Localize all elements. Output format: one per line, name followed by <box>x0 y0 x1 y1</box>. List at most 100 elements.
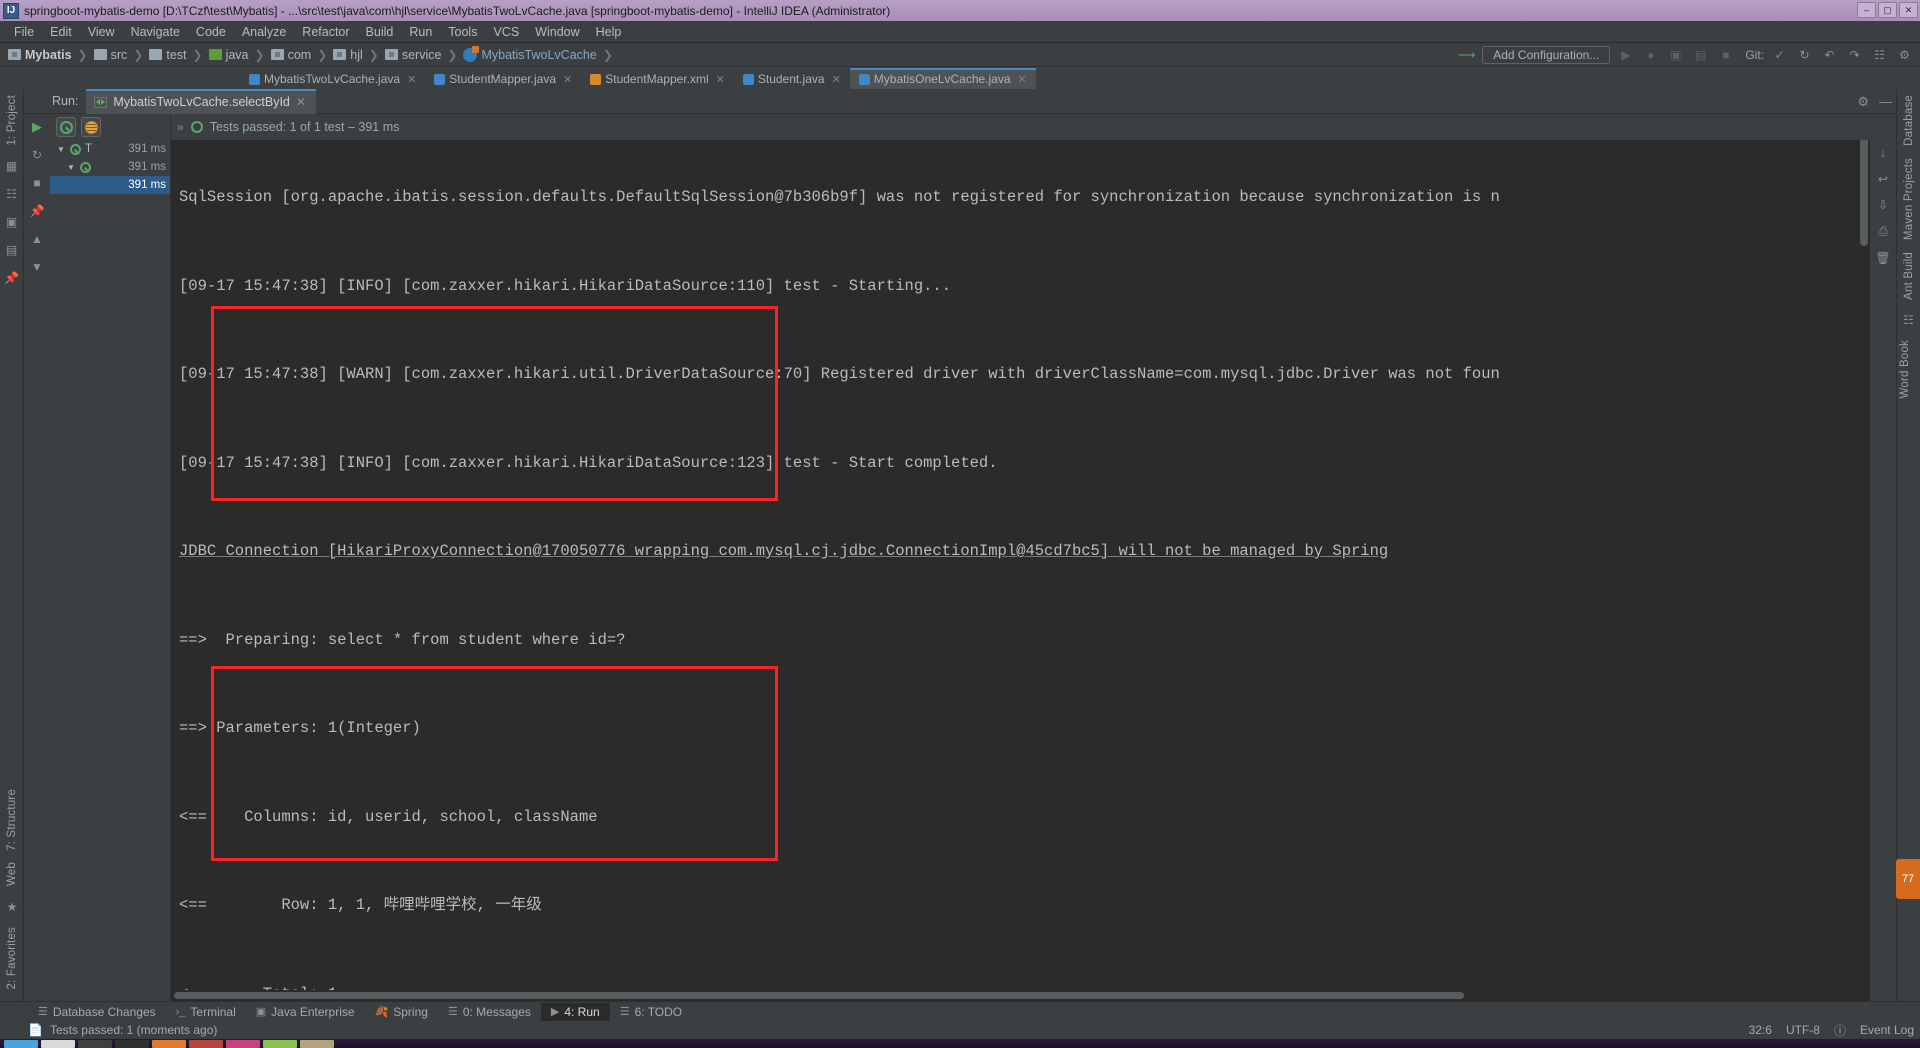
editor-tab-3[interactable]: Student.java ✕ <box>734 68 850 89</box>
encoding-label[interactable]: UTF-8 <box>1786 1023 1820 1037</box>
sidebar-item-database[interactable]: Database <box>1903 89 1915 152</box>
test-tree-row-root[interactable]: ▼ T 391 ms <box>50 140 170 158</box>
taskbar-item[interactable] <box>263 1039 297 1048</box>
debug-icon[interactable]: ● <box>1641 45 1660 64</box>
sidebar-item-ant[interactable]: Ant Build <box>1903 246 1915 306</box>
show-passed-icon[interactable] <box>56 117 76 137</box>
menu-edit[interactable]: Edit <box>42 23 80 41</box>
taskbar-item[interactable] <box>41 1039 75 1048</box>
maximize-button[interactable]: ▢ <box>1878 2 1897 18</box>
rerun-icon[interactable]: ▶ <box>28 118 46 136</box>
build-icon[interactable]: ☷ <box>2 184 22 204</box>
test-tree-row-class[interactable]: ▼ 391 ms <box>50 158 170 176</box>
undo-icon[interactable]: ↶ <box>1820 45 1839 64</box>
close-button[interactable]: ✕ <box>1899 2 1918 18</box>
event-log-icon[interactable]: ⓘ <box>1834 1022 1846 1039</box>
rerun-failed-icon[interactable]: ↻ <box>28 146 46 164</box>
settings-gear-icon[interactable]: ⚙ <box>1857 94 1869 110</box>
run-coverage-icon[interactable]: ▣ <box>1666 45 1685 64</box>
taskbar-item[interactable] <box>300 1039 334 1048</box>
menu-navigate[interactable]: Navigate <box>123 23 188 41</box>
stop-icon[interactable]: ■ <box>1716 45 1735 64</box>
menu-analyze[interactable]: Analyze <box>234 23 294 41</box>
menu-file[interactable]: File <box>6 23 42 41</box>
taskbar-item[interactable] <box>78 1039 112 1048</box>
run-tab[interactable]: MybatisTwoLvCache.selectById ✕ <box>86 88 316 114</box>
test-tree-row-method[interactable]: 391 ms <box>50 176 170 194</box>
up-icon[interactable]: ▲ <box>28 230 46 248</box>
scrollbar-thumb[interactable] <box>174 992 1464 999</box>
toolwindow-java-enterprise[interactable]: ▣ Java Enterprise <box>246 1003 365 1021</box>
breadcrumb-item-class[interactable]: MybatisTwoLvCache ❯ <box>459 45 614 62</box>
menu-refactor[interactable]: Refactor <box>294 23 357 41</box>
breadcrumb-item-com[interactable]: com ❯ <box>267 48 330 62</box>
sort-by-duration-icon[interactable] <box>81 117 101 137</box>
breadcrumb-item-java[interactable]: java ❯ <box>205 48 267 62</box>
pin-icon[interactable]: 📌 <box>2 268 22 288</box>
pin-icon[interactable]: 📌 <box>28 202 46 220</box>
close-icon[interactable]: ✕ <box>832 73 841 86</box>
taskbar-item[interactable] <box>189 1039 223 1048</box>
sidebar-item-maven[interactable]: Maven Projects <box>1903 152 1915 246</box>
redo-icon[interactable]: ↷ <box>1845 45 1864 64</box>
minimize-button[interactable]: – <box>1857 2 1876 18</box>
menu-view[interactable]: View <box>80 23 123 41</box>
console-vertical-scrollbar[interactable] <box>1858 114 1870 1001</box>
breadcrumb-item-test[interactable]: test ❯ <box>145 48 204 62</box>
console-output[interactable]: » Tests passed: 1 of 1 test – 391 ms Sql… <box>170 114 1896 1001</box>
scroll-to-end-icon[interactable]: ⇩ <box>1878 198 1888 212</box>
menu-code[interactable]: Code <box>188 23 234 41</box>
editor-tab-4[interactable]: MybatisOneLvCache.java ✕ <box>849 68 1036 89</box>
close-icon[interactable]: ✕ <box>1018 73 1027 86</box>
minimize-icon[interactable]: — <box>1879 94 1892 109</box>
toolwindow-database-changes[interactable]: ☰ Database Changes <box>28 1003 166 1021</box>
close-icon[interactable]: ✕ <box>716 73 725 86</box>
console-horizontal-scrollbar[interactable] <box>174 990 1604 1001</box>
run-icon[interactable]: ▶ <box>1616 45 1635 64</box>
search-everywhere-icon[interactable]: ☷ <box>1870 45 1889 64</box>
breadcrumb-item-src[interactable]: src ❯ <box>90 48 146 62</box>
expand-icon[interactable]: » <box>177 120 184 134</box>
toolwindow-run[interactable]: ▶ 4: Run <box>540 1002 610 1021</box>
sidebar-item-web[interactable]: Web <box>6 856 18 892</box>
scroll-down-icon[interactable]: ↓ <box>1880 146 1886 160</box>
editor-tab-0[interactable]: MybatisTwoLvCache.java ✕ <box>240 68 425 89</box>
menu-build[interactable]: Build <box>358 23 402 41</box>
event-log-label[interactable]: Event Log <box>1860 1023 1914 1037</box>
menu-vcs[interactable]: VCS <box>485 23 527 41</box>
git-commit-icon[interactable]: ↻ <box>1795 45 1814 64</box>
run-configuration-selector[interactable]: Add Configuration... <box>1482 45 1611 64</box>
menu-help[interactable]: Help <box>588 23 630 41</box>
sidebar-item-structure[interactable]: 7: Structure <box>6 783 18 857</box>
sidebar-item-project[interactable]: 1: Project <box>6 89 18 152</box>
breadcrumb-item-mybatis[interactable]: Mybatis ❯ <box>4 48 90 62</box>
close-icon[interactable]: ✕ <box>407 73 416 86</box>
layout-icon[interactable]: ▤ <box>2 240 22 260</box>
sidebar-item-word-book[interactable]: Word Book <box>1899 334 1911 404</box>
down-icon[interactable]: ▼ <box>28 258 46 276</box>
taskbar-item[interactable] <box>115 1039 149 1048</box>
soft-wrap-icon[interactable]: ↩ <box>1878 172 1888 186</box>
close-icon[interactable]: ✕ <box>563 73 572 86</box>
toolwindow-messages[interactable]: ☰ 0: Messages <box>438 1003 541 1021</box>
profile-icon[interactable]: ▤ <box>1691 45 1710 64</box>
taskbar-item[interactable] <box>152 1039 186 1048</box>
delete-icon[interactable]: 🗑 <box>1875 251 1890 265</box>
editor-tab-1[interactable]: StudentMapper.java ✕ <box>425 68 581 89</box>
editor-tab-2[interactable]: StudentMapper.xml ✕ <box>581 68 734 89</box>
menu-run[interactable]: Run <box>401 23 440 41</box>
menu-window[interactable]: Window <box>527 23 587 41</box>
toolwindow-terminal[interactable]: ›_ Terminal <box>166 1003 246 1021</box>
taskbar-item[interactable] <box>226 1039 260 1048</box>
menu-tools[interactable]: Tools <box>440 23 485 41</box>
git-update-icon[interactable]: ✓ <box>1770 45 1789 64</box>
chevron-down-icon[interactable]: ▼ <box>66 163 76 172</box>
toolwindow-spring[interactable]: 🍂 Spring <box>365 1003 438 1021</box>
taskbar-item[interactable] <box>4 1039 38 1048</box>
bookmarks-icon[interactable]: ▦ <box>2 156 22 176</box>
word-book-icon[interactable]: ☷ <box>1899 310 1919 330</box>
settings-icon[interactable]: ⚙ <box>1895 45 1914 64</box>
toolwindow-todo[interactable]: ☰ 6: TODO <box>610 1003 692 1021</box>
build-hammer-icon[interactable]: ⟶ <box>1457 45 1476 64</box>
close-icon[interactable]: ✕ <box>296 95 306 109</box>
